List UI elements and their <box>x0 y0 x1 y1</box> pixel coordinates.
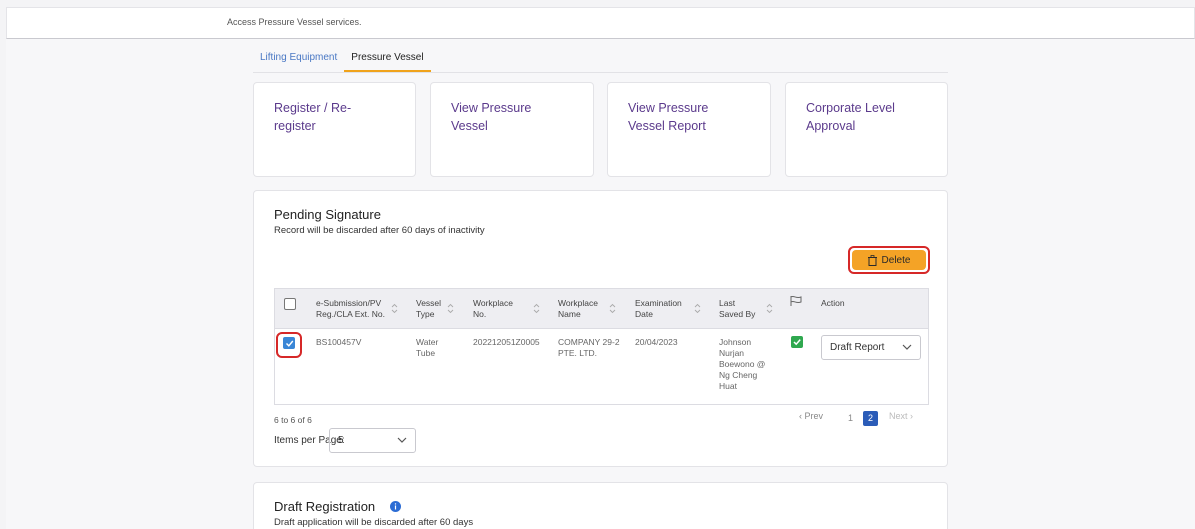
table-row: BS100457V Water Tube 202212051Z0005 COMP… <box>275 329 928 404</box>
cell-line: COMPANY 29-2 <box>558 337 620 347</box>
column-header-vessel-type[interactable]: Vessel Type <box>416 298 441 320</box>
tab-divider <box>253 72 948 73</box>
card-label-line2: Vessel Report <box>628 119 706 133</box>
items-per-page-select[interactable]: 5 <box>329 428 416 453</box>
col-label-line2: Saved By <box>719 309 756 319</box>
tab-pressure-vessel[interactable]: Pressure Vessel <box>344 45 431 72</box>
row-checkbox-highlight <box>276 332 302 358</box>
column-header-last-saved-by[interactable]: Last Saved By <box>719 298 755 320</box>
flag-icon <box>790 295 802 306</box>
check-icon <box>793 339 801 346</box>
cell-line: Huat <box>719 381 737 391</box>
card-label-line1: View Pressure <box>628 101 709 115</box>
sort-icon[interactable] <box>609 303 616 314</box>
prev-page-button[interactable]: ‹ Prev <box>799 411 823 421</box>
cell-workplace-no: 202212051Z0005 <box>473 337 540 347</box>
section-subtitle: Draft application will be discarded afte… <box>274 517 474 528</box>
card-label-line1: View Pressure <box>451 101 532 115</box>
table-header: e-Submission/PV Reg./CLA Ext. No. Vessel… <box>275 289 928 329</box>
card-view-report[interactable]: View Pressure Vessel Report <box>607 82 771 177</box>
prev-label: Prev <box>804 411 824 421</box>
card-label-line2: Vessel <box>451 119 488 133</box>
cell-line: Water <box>416 337 439 347</box>
delete-label: Delete <box>881 254 911 266</box>
chevron-down-icon <box>902 344 912 350</box>
select-all-checkbox[interactable] <box>284 298 296 310</box>
card-label-line2: register <box>274 119 316 133</box>
sort-icon[interactable] <box>533 303 540 314</box>
cell-line: Johnson <box>719 337 752 347</box>
action-select-value: Draft Report <box>830 342 885 353</box>
cell-exam-date: 20/04/2023 <box>635 337 678 347</box>
cell-vessel-type: Water Tube <box>416 337 438 359</box>
col-label-line1: Vessel <box>416 298 442 308</box>
col-label-line2: Name <box>558 309 581 319</box>
card-label-line2: Approval <box>806 119 856 133</box>
section-title: Pending Signature <box>274 207 381 222</box>
col-label-line2: Date <box>635 309 653 319</box>
card-register[interactable]: Register / Re- register <box>253 82 416 177</box>
cell-line: Boewono @ <box>719 359 766 369</box>
col-label-line2: Type <box>416 309 435 319</box>
result-range: 6 to 6 of 6 <box>274 415 312 425</box>
cell-submission-no[interactable]: BS100457V <box>316 337 361 348</box>
column-header-exam-date[interactable]: Examination Date <box>635 298 682 320</box>
sort-icon[interactable] <box>766 303 773 314</box>
next-page-button[interactable]: Next › <box>889 411 913 421</box>
column-header-action: Action <box>821 298 845 309</box>
cell-workplace-name: COMPANY 29-2 PTE. LTD. <box>558 337 620 359</box>
action-select[interactable]: Draft Report <box>821 335 921 360</box>
col-label-line2: Reg./CLA Ext. No. <box>316 309 385 319</box>
tab-lifting-equipment[interactable]: Lifting Equipment <box>253 45 344 72</box>
col-label-line1: Examination <box>635 298 682 308</box>
col-label-line1: Action <box>821 298 845 308</box>
page-button-1[interactable]: 1 <box>843 411 858 426</box>
chevron-right-icon: › <box>910 411 914 421</box>
col-label-line1: Workplace <box>473 298 513 308</box>
pending-table: e-Submission/PV Reg./CLA Ext. No. Vessel… <box>274 288 929 405</box>
items-per-page-value: 5 <box>338 435 344 446</box>
page-button-2[interactable]: 2 <box>863 411 878 426</box>
column-header-submission[interactable]: e-Submission/PV Reg./CLA Ext. No. <box>316 298 385 320</box>
draft-registration-panel: Draft Registration Draft application wil… <box>253 482 948 529</box>
cell-line: PTE. LTD. <box>558 348 598 358</box>
card-label-line1: Register / Re- <box>274 101 352 115</box>
page-header: Access Pressure Vessel services. <box>6 7 1195 39</box>
col-label-line1: e-Submission/PV <box>316 298 382 308</box>
column-header-workplace-no[interactable]: Workplace No. <box>473 298 513 320</box>
delete-button[interactable]: Delete <box>852 250 926 270</box>
page-subtitle: Access Pressure Vessel services. <box>227 17 362 27</box>
service-tabs: Lifting Equipment Pressure Vessel <box>253 45 431 73</box>
sort-icon[interactable] <box>391 303 398 314</box>
col-label-line2: No. <box>473 309 487 319</box>
col-label-line1: Workplace <box>558 298 598 308</box>
info-icon[interactable] <box>390 501 401 512</box>
section-subtitle: Record will be discarded after 60 days o… <box>274 225 485 236</box>
sort-icon[interactable] <box>694 303 701 314</box>
trash-icon <box>867 254 877 266</box>
chevron-down-icon <box>397 437 407 443</box>
next-label: Next <box>889 411 908 421</box>
chevron-left-icon: ‹ <box>799 411 802 421</box>
pending-signature-panel: Pending Signature Record will be discard… <box>253 190 948 467</box>
col-label-line1: Last <box>719 298 736 308</box>
column-header-workplace-name[interactable]: Workplace Name <box>558 298 598 320</box>
card-label-line1: Corporate Level <box>806 101 895 115</box>
card-corporate-approval[interactable]: Corporate Level Approval <box>785 82 948 177</box>
cell-line: Ng Cheng <box>719 370 758 380</box>
flag-status-check <box>791 336 803 348</box>
sort-icon[interactable] <box>447 303 454 314</box>
cell-line: Tube <box>416 348 436 358</box>
cell-line: Nurjan <box>719 348 745 358</box>
delete-button-highlight: Delete <box>848 246 930 274</box>
section-title: Draft Registration <box>274 499 376 514</box>
cell-last-saved-by: Johnson Nurjan Boewono @ Ng Cheng Huat <box>719 337 765 392</box>
card-view-pressure-vessel[interactable]: View Pressure Vessel <box>430 82 594 177</box>
